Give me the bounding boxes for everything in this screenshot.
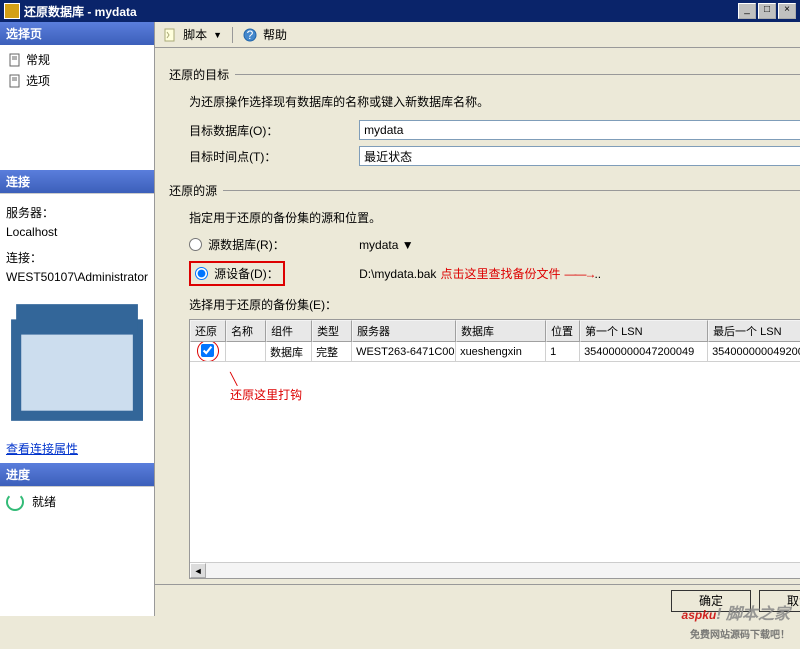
progress-ring-icon (6, 493, 24, 511)
cell-first-lsn: 354000000047200049 (580, 342, 708, 362)
source-db-value: mydata (359, 238, 398, 252)
annotation-device-box: 源设备(D)： (189, 261, 285, 286)
app-icon (4, 3, 20, 19)
col-database[interactable]: 数据库 (456, 320, 546, 342)
scroll-left-button[interactable]: ◄ (190, 563, 206, 578)
backupset-label: 选择用于还原的备份集(E)： (189, 296, 800, 313)
select-page-header: 选择页 (0, 22, 154, 45)
minimize-button[interactable]: _ (738, 3, 756, 19)
target-db-combo[interactable]: mydata ▼ (359, 120, 800, 140)
section-source: 还原的源 (169, 182, 217, 199)
target-time-value: 最近状态 (364, 148, 412, 165)
watermark-sub: 免费网站源码下载吧！ (682, 626, 790, 641)
device-browse-button[interactable]: .. (594, 267, 601, 281)
script-icon (163, 28, 177, 42)
col-last-lsn[interactable]: 最后一个 LSN (708, 320, 800, 342)
radio-source-device[interactable] (195, 267, 208, 280)
toolbar-separator (232, 27, 233, 43)
annotation-check-here: 还原这里打钩 (230, 388, 302, 402)
window-titlebar: 还原数据库 - mydata _ □ × (0, 0, 800, 22)
connection-header: 连接 (0, 170, 154, 193)
view-connection-properties[interactable]: 查看连接属性 (6, 294, 148, 456)
properties-icon (6, 294, 148, 436)
col-server[interactable]: 服务器 (352, 320, 456, 342)
grid-header-row: 还原 名称 组件 类型 服务器 数据库 位置 第一个 LSN 最后一个 LSN (190, 320, 800, 342)
source-hint: 指定用于还原的备份集的源和位置。 (189, 209, 800, 226)
footer-buttons: 确定 取消 (155, 584, 800, 616)
page-icon (8, 74, 22, 88)
radio-source-database[interactable] (189, 238, 202, 251)
page-item-general[interactable]: 常规 (4, 49, 150, 70)
restore-checkbox[interactable] (201, 344, 214, 357)
grid-data-row[interactable]: 数据库 完整 WEST263-6471C00 xueshengxin 1 354… (190, 342, 800, 362)
help-button[interactable]: 帮助 (263, 26, 287, 43)
cell-database: xueshengxin (456, 342, 546, 362)
cell-component: 数据库 (266, 342, 312, 362)
horizontal-scrollbar[interactable]: ◄ ► (190, 562, 800, 578)
source-device-value: D:\mydata.bak (359, 267, 436, 281)
page-item-options[interactable]: 选项 (4, 70, 150, 91)
col-type[interactable]: 类型 (312, 320, 352, 342)
maximize-button[interactable]: □ (758, 3, 776, 19)
cancel-button[interactable]: 取消 (759, 590, 800, 612)
target-hint: 为还原操作选择现有数据库的名称或键入新数据库名称。 (189, 93, 800, 110)
col-restore[interactable]: 还原 (190, 320, 226, 342)
view-props-link[interactable]: 查看连接属性 (6, 442, 78, 456)
page-item-label: 常规 (26, 51, 50, 68)
col-component[interactable]: 组件 (266, 320, 312, 342)
cell-type: 完整 (312, 342, 352, 362)
close-button[interactable]: × (778, 3, 796, 19)
target-time-label: 目标时间点(T)： (189, 148, 359, 165)
cell-server: WEST263-6471C00 (352, 342, 456, 362)
script-dropdown[interactable]: ▼ (213, 30, 222, 40)
annotation-line: ╲ (230, 372, 237, 386)
progress-header: 进度 (0, 463, 154, 486)
server-value: Localhost (6, 225, 148, 239)
source-device-field: D:\mydata.bak (359, 267, 436, 281)
page-item-label: 选项 (26, 72, 50, 89)
col-name[interactable]: 名称 (226, 320, 266, 342)
script-button[interactable]: 脚本 (183, 26, 207, 43)
ok-button[interactable]: 确定 (671, 590, 751, 612)
server-label: 服务器： (6, 204, 148, 221)
progress-section: 就绪 (0, 486, 154, 616)
radio-db-label: 源数据库(R)： (208, 236, 285, 253)
toolbar: 脚本 ▼ ? 帮助 (155, 22, 800, 48)
source-db-combo: mydata ▼ (359, 238, 414, 252)
annotation-arrow-icon: ——→ (564, 267, 594, 281)
connection-section: 服务器： Localhost 连接： WEST50107\Administrat… (0, 193, 154, 462)
cell-name (226, 342, 266, 362)
scroll-track[interactable] (206, 563, 800, 578)
section-target: 还原的目标 (169, 66, 229, 83)
backupset-grid: 还原 名称 组件 类型 服务器 数据库 位置 第一个 LSN 最后一个 LSN … (189, 319, 800, 579)
right-panel: 脚本 ▼ ? 帮助 还原的目标 为还原操作选择现有数据库的名称或键入新数据库名称… (155, 22, 800, 616)
page-icon (8, 53, 22, 67)
cell-last-lsn: 354000000049200001 (708, 342, 800, 362)
target-db-label: 目标数据库(O)： (189, 122, 359, 139)
radio-device-label: 源设备(D)： (214, 265, 279, 282)
content-area: 还原的目标 为还原操作选择现有数据库的名称或键入新数据库名称。 目标数据库(O)… (155, 48, 800, 584)
target-db-value: mydata (364, 123, 403, 137)
col-first-lsn[interactable]: 第一个 LSN (580, 320, 708, 342)
col-position[interactable]: 位置 (546, 320, 580, 342)
dropdown-arrow-icon: ▼ (402, 238, 414, 252)
connection-value: WEST50107\Administrator (6, 270, 148, 284)
annotation-checkbox-circle (201, 344, 214, 360)
cell-position: 1 (546, 342, 580, 362)
left-panel: 选择页 常规 选项 连接 服务器： Localhost 连接： WEST5010… (0, 22, 155, 616)
target-time-field: 最近状态 (359, 146, 800, 166)
progress-status: 就绪 (32, 493, 56, 510)
help-icon: ? (243, 28, 257, 42)
connection-label: 连接： (6, 249, 148, 266)
window-title: 还原数据库 - mydata (24, 3, 736, 20)
annotation-find-file: 点击这里查找备份文件 (440, 265, 560, 282)
page-list: 常规 选项 (0, 45, 154, 170)
svg-text:?: ? (247, 28, 254, 42)
